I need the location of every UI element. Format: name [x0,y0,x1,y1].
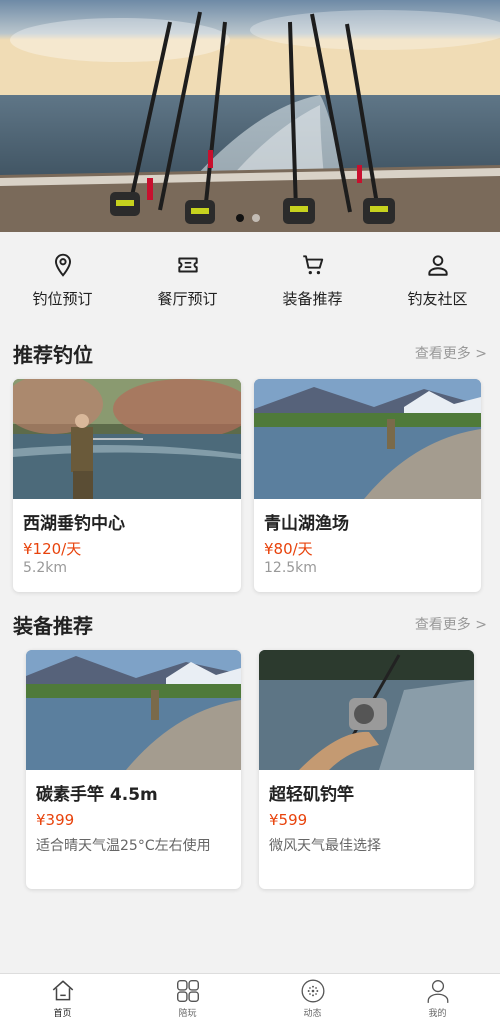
carousel-dots[interactable] [236,214,260,222]
spot-name: 青山湖渔场 [264,514,349,534]
hero-banner[interactable] [0,0,500,232]
gear-description: 微风天气最佳选择 [269,838,381,854]
gear-section-header: 装备推荐 查看更多 > [13,609,487,639]
section-title: 装备推荐 [13,613,93,638]
tab-home[interactable]: 首页 [23,978,103,1019]
ticket-icon [177,257,198,273]
tab-label: 首页 [53,1009,72,1019]
view-more-link[interactable]: 查看更多 > [415,343,487,363]
grid-icon [176,980,199,1002]
nav-label: 钓友社区 [407,290,468,308]
spot-image [254,379,481,499]
spot-name: 西湖垂钓中心 [23,514,125,534]
spot-distance: 12.5km [264,560,317,576]
gear-description: 适合晴天气温25°C左右使用 [36,838,211,854]
tab-label: 我的 [428,1009,447,1019]
gear-image [26,650,241,770]
nav-label: 餐厅预订 [157,290,218,308]
gear-name: 超轻矶钓竿 [269,785,354,805]
spots-section-header: 推荐钓位 查看更多 > [13,338,487,368]
nav-label: 装备推荐 [282,290,343,308]
spot-price: ¥120/天 [23,540,82,558]
nav-label: 钓位预订 [32,290,93,308]
cart-icon [302,255,323,275]
location-pin-icon [54,253,71,277]
section-title: 推荐钓位 [13,342,93,367]
spot-card[interactable]: 青山湖渔场 ¥80/天 12.5km [254,379,481,592]
banner-image [0,0,500,232]
tab-feed[interactable]: 动态 [273,978,353,1019]
gear-card[interactable]: 碳素手竿 4.5m ¥399 适合晴天气温25°C左右使用 [26,650,241,889]
gear-price: ¥599 [269,811,308,829]
home-icon [52,980,73,1001]
gear-image [259,650,474,770]
nav-restaurant-booking[interactable]: 餐厅预订 [133,252,243,309]
gear-price: ¥399 [36,811,75,829]
nav-spot-booking[interactable]: 钓位预订 [8,252,118,309]
gear-name: 碳素手竿 4.5m [36,785,158,805]
tab-companion[interactable]: 陪玩 [148,978,228,1019]
tab-mine[interactable]: 我的 [398,978,478,1019]
user-icon [427,255,448,276]
nav-gear-recommend[interactable]: 装备推荐 [258,252,368,309]
carousel-dot[interactable] [236,214,244,222]
nav-community[interactable]: 钓友社区 [383,252,493,309]
spot-card[interactable]: 西湖垂钓中心 ¥120/天 5.2km [13,379,241,592]
view-more-link[interactable]: 查看更多 > [415,614,487,634]
carousel-dot[interactable] [252,214,260,222]
spot-distance: 5.2km [23,560,68,576]
profile-icon [427,980,448,1003]
quick-nav: 钓位预订 餐厅预订 装备推荐 钓友社区 [0,232,500,322]
tab-label: 陪玩 [178,1009,197,1019]
spot-image [13,379,241,499]
bottom-tab-bar: 首页 陪玩 动态 我的 [0,973,500,1023]
activity-icon [301,979,324,1003]
spot-price: ¥80/天 [264,540,313,558]
tab-label: 动态 [303,1009,322,1019]
gear-card[interactable]: 超轻矶钓竿 ¥599 微风天气最佳选择 [259,650,474,889]
